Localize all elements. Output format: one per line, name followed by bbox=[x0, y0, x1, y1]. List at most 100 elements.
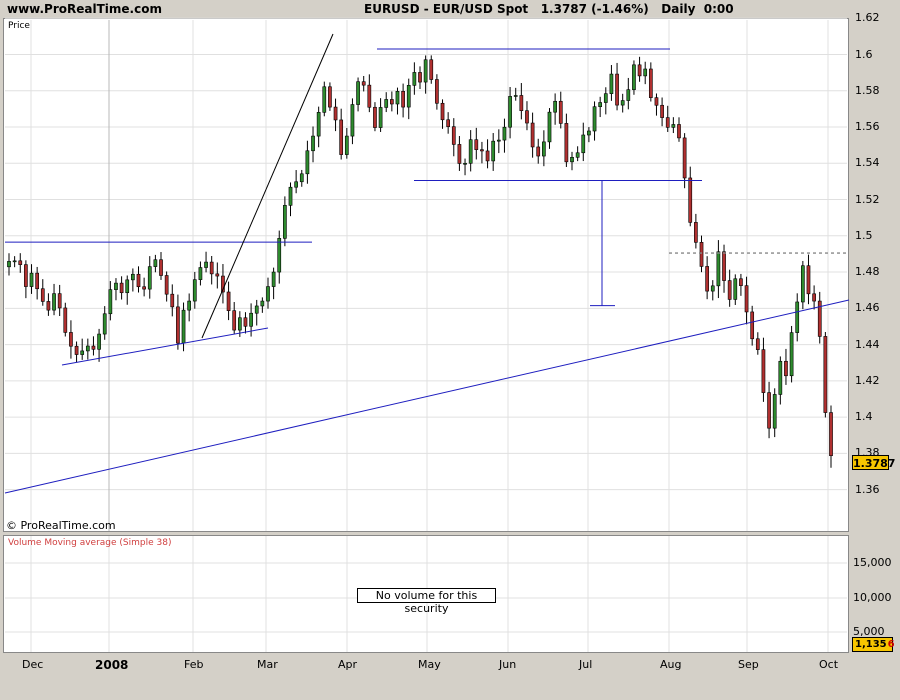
candle-body bbox=[474, 139, 479, 150]
candle-body bbox=[69, 332, 73, 347]
candle-body bbox=[294, 181, 298, 188]
candle-body bbox=[232, 310, 237, 331]
candle-body bbox=[74, 345, 79, 355]
candle-body bbox=[243, 317, 248, 327]
candle-body bbox=[513, 95, 518, 97]
candle-body bbox=[57, 293, 62, 309]
candle-body bbox=[750, 311, 755, 340]
last-volume-value: 1,135 bbox=[855, 639, 887, 650]
candle-body bbox=[564, 123, 569, 163]
volume-tick-label: 15,000 bbox=[853, 556, 892, 569]
candle-body bbox=[80, 350, 85, 355]
y-tick-label: 1.5 bbox=[855, 228, 873, 242]
candle-body bbox=[311, 135, 315, 152]
candle-body bbox=[598, 102, 603, 108]
candle-body bbox=[542, 141, 546, 157]
candle-body bbox=[722, 251, 726, 281]
candle-body bbox=[215, 273, 220, 277]
volume-tick-label: 5,000 bbox=[853, 625, 885, 638]
candle-body bbox=[637, 64, 642, 77]
candle-body bbox=[558, 100, 563, 124]
candle-body bbox=[170, 293, 175, 308]
x-tick-label: Feb bbox=[184, 658, 204, 671]
candle-body bbox=[7, 261, 11, 268]
candle-body bbox=[46, 301, 51, 311]
candle-body bbox=[755, 338, 760, 350]
candle-body bbox=[801, 265, 805, 303]
candle-body bbox=[12, 260, 17, 263]
candle-body bbox=[204, 261, 208, 268]
candle-body bbox=[384, 99, 389, 108]
x-tick-label: 2008 bbox=[95, 658, 129, 672]
candle-body bbox=[485, 150, 490, 162]
candle-body bbox=[344, 135, 349, 155]
candle-body bbox=[694, 222, 698, 243]
candle-body bbox=[457, 144, 462, 164]
candle-body bbox=[333, 106, 338, 121]
candle-body bbox=[91, 345, 96, 350]
x-tick-label: Apr bbox=[338, 658, 358, 671]
candle-body bbox=[829, 412, 833, 457]
copyright-label: © ProRealTime.com bbox=[6, 519, 116, 532]
candle-body bbox=[727, 280, 732, 300]
candle-body bbox=[187, 300, 192, 311]
price-pane-title: Price bbox=[8, 21, 30, 31]
candle-body bbox=[131, 273, 135, 281]
candle-body bbox=[373, 106, 377, 128]
x-tick-label: Oct bbox=[819, 658, 839, 671]
candle-body bbox=[795, 301, 800, 333]
candle-body bbox=[581, 134, 586, 154]
candle-body bbox=[40, 288, 45, 302]
candle-body bbox=[119, 282, 124, 294]
candle-body bbox=[778, 360, 783, 395]
candle-body bbox=[181, 309, 186, 344]
candle-body bbox=[114, 282, 118, 290]
candle-body bbox=[29, 272, 34, 287]
candle-body bbox=[480, 149, 484, 152]
y-tick-label: 1.52 bbox=[855, 192, 880, 206]
candle-body bbox=[209, 261, 214, 275]
candle-body bbox=[254, 305, 259, 314]
candle-body bbox=[322, 86, 327, 113]
candle-body bbox=[603, 93, 608, 103]
candle-body bbox=[716, 251, 721, 287]
candle-body bbox=[418, 72, 422, 83]
candle-body bbox=[446, 119, 450, 127]
last-volume-tag: 1,1356 bbox=[852, 637, 895, 652]
candle-body bbox=[52, 293, 56, 311]
candle-body bbox=[198, 267, 203, 280]
candle-body bbox=[772, 394, 777, 429]
candle-body bbox=[530, 122, 535, 148]
candle-body bbox=[412, 72, 417, 86]
candle-body bbox=[812, 293, 816, 302]
candle-body bbox=[266, 286, 270, 302]
candle-body bbox=[677, 124, 681, 139]
candle-body bbox=[496, 139, 501, 142]
y-tick-label: 1.38 bbox=[855, 446, 880, 460]
y-tick-label: 1.4 bbox=[855, 410, 873, 424]
candle-body bbox=[176, 306, 180, 344]
candle-body bbox=[688, 177, 693, 223]
candle-body bbox=[705, 266, 709, 292]
candle-body bbox=[18, 260, 23, 265]
candle-body bbox=[249, 312, 253, 327]
candle-body bbox=[288, 186, 293, 206]
candle-body bbox=[299, 173, 304, 183]
candle-body bbox=[519, 95, 524, 112]
candle-body bbox=[536, 146, 541, 157]
candle-body bbox=[237, 317, 242, 331]
candle-body bbox=[283, 205, 287, 239]
candle-body bbox=[367, 84, 372, 108]
candle-body bbox=[63, 307, 68, 333]
candle-body bbox=[789, 332, 794, 377]
candle-body bbox=[164, 275, 169, 295]
candle-body bbox=[739, 278, 743, 286]
candle-body bbox=[406, 85, 411, 108]
y-tick-label: 1.42 bbox=[855, 373, 880, 387]
candle-body bbox=[24, 264, 28, 287]
candle-body bbox=[159, 259, 163, 276]
y-tick-label: 1.6 bbox=[855, 47, 873, 61]
candle-body bbox=[643, 68, 648, 77]
candle-body bbox=[784, 360, 788, 377]
x-tick-label: Dec bbox=[22, 658, 44, 671]
